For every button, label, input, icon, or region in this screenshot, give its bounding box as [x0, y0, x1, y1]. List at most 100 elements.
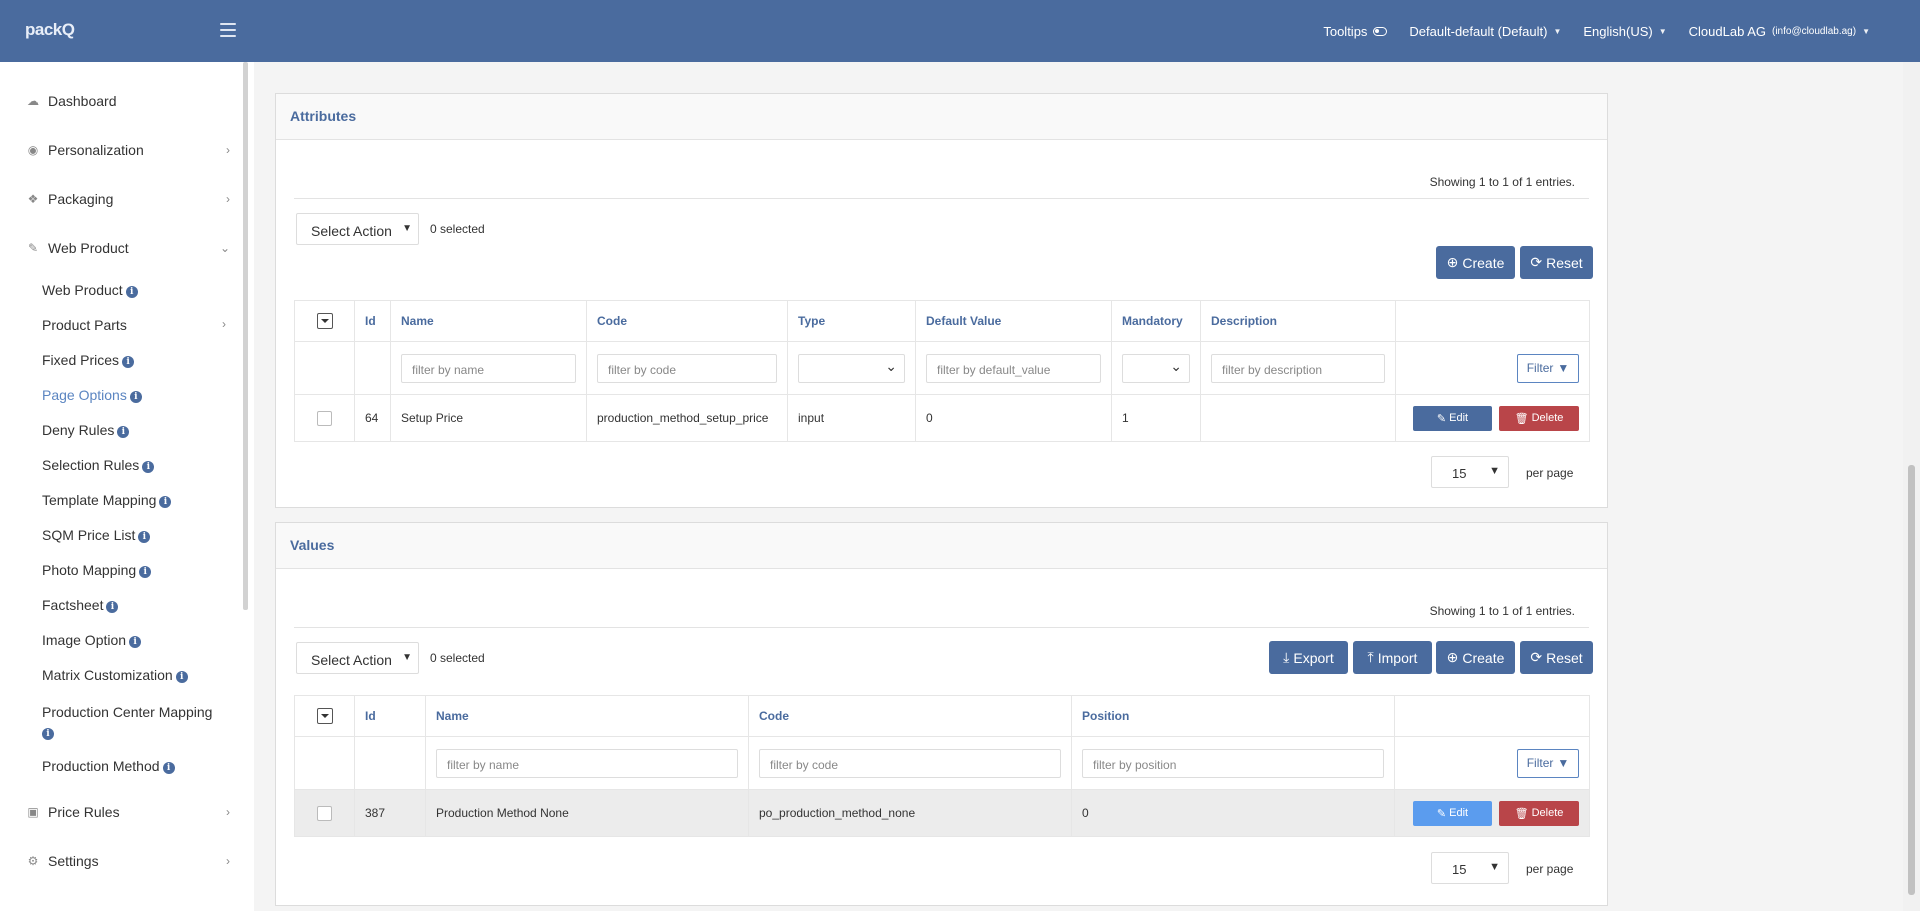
row-checkbox[interactable]: [317, 410, 332, 426]
filter-button[interactable]: Filter ▼: [1517, 353, 1579, 383]
column-header[interactable]: Code: [586, 300, 788, 342]
name-filter-input[interactable]: filter by name: [401, 353, 576, 383]
select-action-dropdown[interactable]: Select Action ▼: [296, 642, 419, 674]
edit-button[interactable]: ✎ Edit: [1413, 405, 1492, 431]
sidebar-subitem-label: Fixed Prices: [42, 352, 120, 368]
sidebar-subitem-factsheet[interactable]: Factsheet i: [42, 597, 119, 613]
column-header[interactable]: Name: [425, 695, 749, 737]
sidebar-subitem-matrix-customization[interactable]: Matrix Customization i: [42, 667, 188, 683]
sidebar-subitem-photo-mapping[interactable]: Photo Mapping i: [42, 562, 152, 578]
create-button[interactable]: ⊕ Create: [1436, 641, 1515, 674]
reset-button[interactable]: ⟳ Reset: [1520, 246, 1593, 279]
row-checkbox-cell: [294, 789, 355, 837]
filter-button[interactable]: Filter ▼: [1517, 748, 1579, 778]
sidebar-subitem-web-product[interactable]: Web Product i: [42, 282, 138, 298]
sidebar-item-packaging[interactable]: ❖ Packaging ›: [25, 191, 230, 207]
sidebar: ☁ Dashboard ◉ Personalization › ❖ Packag…: [0, 62, 254, 911]
page-scrollbar[interactable]: [1903, 62, 1920, 911]
info-icon[interactable]: i: [106, 601, 119, 613]
language-selector[interactable]: English(US) ▼: [1583, 24, 1666, 39]
info-icon[interactable]: i: [142, 461, 155, 473]
packq-logo[interactable]: packQ: [25, 20, 75, 40]
info-icon[interactable]: i: [42, 728, 54, 740]
info-icon[interactable]: i: [162, 762, 175, 774]
row-checkbox[interactable]: [317, 805, 332, 821]
sidebar-item-price-rules[interactable]: ▣ Price Rules ›: [25, 804, 230, 820]
caret-down-icon: ▼: [1553, 26, 1562, 36]
info-icon[interactable]: i: [138, 531, 151, 543]
info-icon[interactable]: i: [122, 356, 135, 368]
sidebar-subitem-selection-rules[interactable]: Selection Rules i: [42, 457, 155, 473]
sidebar-subitem-production-center-mapping[interactable]: Production Center Mapping i: [42, 702, 232, 742]
column-header[interactable]: Code: [748, 695, 1072, 737]
mandatory-filter-select[interactable]: [1122, 353, 1190, 383]
delete-button[interactable]: 🗑 Delete: [1499, 405, 1579, 431]
store-label: Default-default (Default): [1409, 23, 1548, 39]
sidebar-item-web-product[interactable]: ✎ Web Product ⌄: [25, 240, 230, 256]
column-header[interactable]: Position: [1071, 695, 1395, 737]
sidebar-subitem-product-parts[interactable]: Product Parts ›: [42, 317, 226, 333]
chevron-right-icon: ›: [226, 192, 230, 206]
store-selector[interactable]: Default-default (Default) ▼: [1409, 24, 1561, 39]
table-row[interactable]: 387 Production Method None po_production…: [294, 789, 1590, 837]
select-action-dropdown[interactable]: Select Action ▼: [296, 213, 419, 245]
sidebar-subitem-sqm-price-list[interactable]: SQM Price List i: [42, 527, 151, 543]
info-icon[interactable]: i: [117, 426, 130, 438]
position-filter-input[interactable]: filter by position: [1082, 748, 1384, 778]
scrollbar-thumb[interactable]: [1908, 465, 1915, 895]
sidebar-subitem-fixed-prices[interactable]: Fixed Prices i: [42, 352, 135, 368]
sidebar-item-settings[interactable]: ⚙ Settings ›: [25, 853, 230, 869]
info-icon[interactable]: i: [129, 636, 142, 648]
code-filter-input[interactable]: filter by code: [597, 353, 777, 383]
name-filter-input[interactable]: filter by name: [436, 748, 738, 778]
sidebar-item-label: Personalization: [48, 142, 144, 158]
import-button[interactable]: ⤒ Import: [1353, 641, 1432, 674]
sidebar-subitem-deny-rules[interactable]: Deny Rules i: [42, 422, 130, 438]
per-page-select[interactable]: 15 ▼: [1431, 456, 1509, 488]
column-header[interactable]: Type: [787, 300, 916, 342]
export-button[interactable]: ⤓ Export: [1269, 641, 1348, 674]
per-page-label: per page: [1526, 862, 1574, 876]
select-all-checkbox[interactable]: [316, 708, 333, 724]
code-filter-input[interactable]: filter by code: [759, 748, 1061, 778]
reset-button[interactable]: ⟳ Reset: [1520, 641, 1593, 674]
default-value-filter-input[interactable]: filter by default_value: [926, 353, 1101, 383]
column-header[interactable]: Description: [1200, 300, 1396, 342]
sidebar-subitem-production-method[interactable]: Production Method i: [42, 758, 175, 774]
info-icon[interactable]: i: [125, 286, 138, 298]
column-header[interactable]: Id: [354, 300, 391, 342]
chevron-down-icon: ⌄: [219, 241, 230, 255]
column-header[interactable]: Id: [354, 695, 426, 737]
column-header[interactable]: Mandatory: [1111, 300, 1201, 342]
column-header[interactable]: Name: [390, 300, 587, 342]
menu-toggle-icon[interactable]: [220, 23, 236, 37]
delete-button[interactable]: 🗑 Delete: [1499, 800, 1579, 826]
description-filter-input[interactable]: filter by description: [1211, 353, 1385, 383]
column-header[interactable]: Default Value: [915, 300, 1112, 342]
type-filter-select[interactable]: [798, 353, 905, 383]
info-icon[interactable]: i: [139, 566, 152, 578]
edit-button[interactable]: ✎ Edit: [1413, 800, 1492, 826]
sidebar-item-dashboard[interactable]: ☁ Dashboard: [25, 93, 230, 109]
filter-button-cell: Filter ▼: [1395, 341, 1590, 395]
sidebar-item-personalization[interactable]: ◉ Personalization ›: [25, 142, 230, 158]
tooltips-toggle[interactable]: Tooltips: [1323, 24, 1388, 39]
filter-icon: ▼: [1557, 361, 1570, 375]
table-row[interactable]: 64 Setup Price production_method_setup_p…: [294, 394, 1590, 442]
sidebar-subitem-label: Image Option: [42, 632, 127, 648]
info-icon[interactable]: i: [159, 496, 172, 508]
sidebar-subitem-template-mapping[interactable]: Template Mapping i: [42, 492, 172, 508]
create-button[interactable]: ⊕ Create: [1436, 246, 1515, 279]
toggle-icon[interactable]: [1373, 26, 1388, 36]
info-icon[interactable]: i: [129, 391, 142, 403]
sidebar-subitem-label: Production Center Mapping: [42, 704, 213, 720]
sidebar-subitem-page-options[interactable]: Page Options i: [42, 387, 142, 403]
sidebar-scrollbar[interactable]: [243, 62, 248, 610]
select-all-checkbox[interactable]: [316, 313, 333, 329]
info-icon[interactable]: i: [175, 671, 188, 683]
user-menu[interactable]: CloudLab AG (info@cloudlab.ag) ▼: [1689, 24, 1870, 39]
top-navbar: packQ Tooltips Default-default (Default)…: [0, 0, 1920, 62]
per-page-select[interactable]: 15 ▼: [1431, 852, 1509, 884]
sidebar-subitem-label: Matrix Customization: [42, 667, 173, 683]
sidebar-subitem-image-option[interactable]: Image Option i: [42, 632, 142, 648]
